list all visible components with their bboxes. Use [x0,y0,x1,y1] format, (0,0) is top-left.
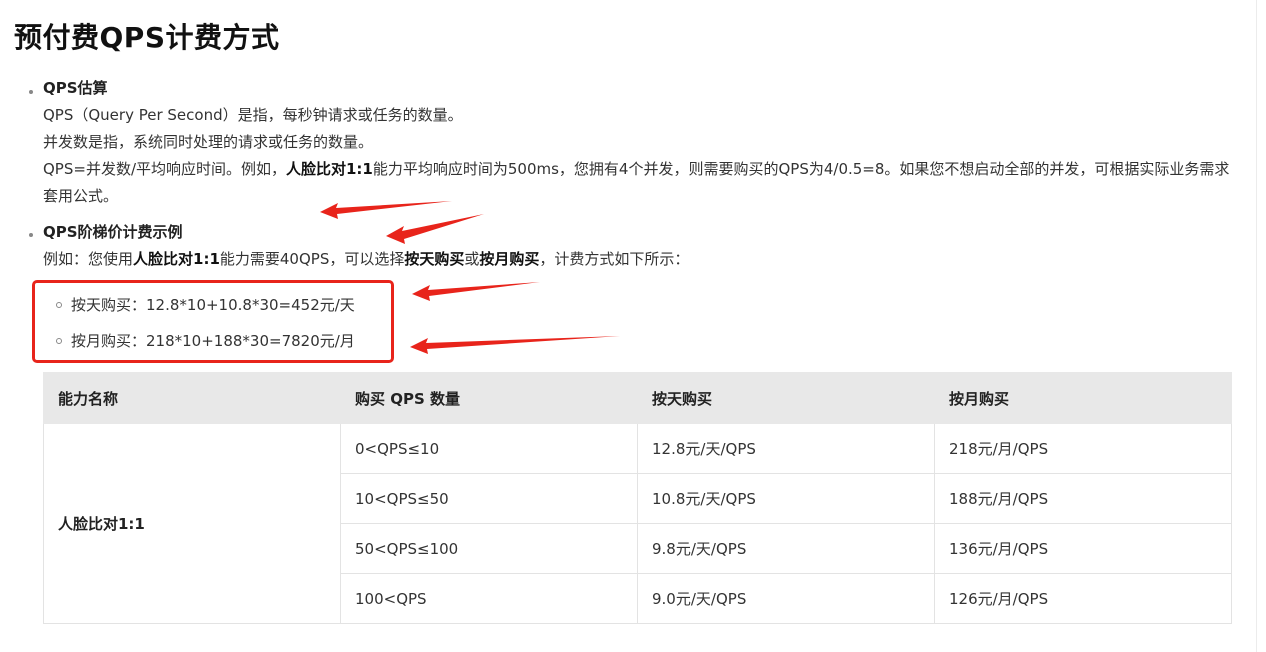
qps-range-cell: 100<QPS [340,573,638,624]
column-header-monthly: 按月购买 [934,372,1232,424]
monthly-price-cell: 218元/月/QPS [934,423,1232,474]
table-header-row: 能力名称 购买 QPS 数量 按天购买 按月购买 [43,372,1232,424]
red-arrow-annotation-icon [412,282,540,301]
red-arrow-annotation-icon [320,201,452,219]
pricing-table: 能力名称 购买 QPS 数量 按天购买 按月购买 人脸比对1:1 0<QPS≤1… [43,372,1232,624]
column-header-capability: 能力名称 [43,372,341,424]
column-header-qps-quantity: 购买 QPS 数量 [340,372,638,424]
qps-range-cell: 10<QPS≤50 [340,473,638,524]
daily-price-cell: 10.8元/天/QPS [637,473,935,524]
daily-price-cell: 12.8元/天/QPS [637,423,935,474]
red-arrow-annotation-icon [386,214,484,244]
qps-range-cell: 50<QPS≤100 [340,523,638,574]
table-row: 人脸比对1:1 0<QPS≤10 12.8元/天/QPS 218元/月/QPS [43,423,1232,624]
red-arrow-annotation-icon [410,336,620,354]
monthly-price-cell: 136元/月/QPS [934,523,1232,574]
capability-cell: 人脸比对1:1 [43,423,341,624]
column-header-daily: 按天购买 [637,372,935,424]
daily-price-cell: 9.0元/天/QPS [637,573,935,624]
qps-range-cell: 0<QPS≤10 [340,423,638,474]
monthly-price-cell: 188元/月/QPS [934,473,1232,524]
daily-price-cell: 9.8元/天/QPS [637,523,935,574]
monthly-price-cell: 126元/月/QPS [934,573,1232,624]
